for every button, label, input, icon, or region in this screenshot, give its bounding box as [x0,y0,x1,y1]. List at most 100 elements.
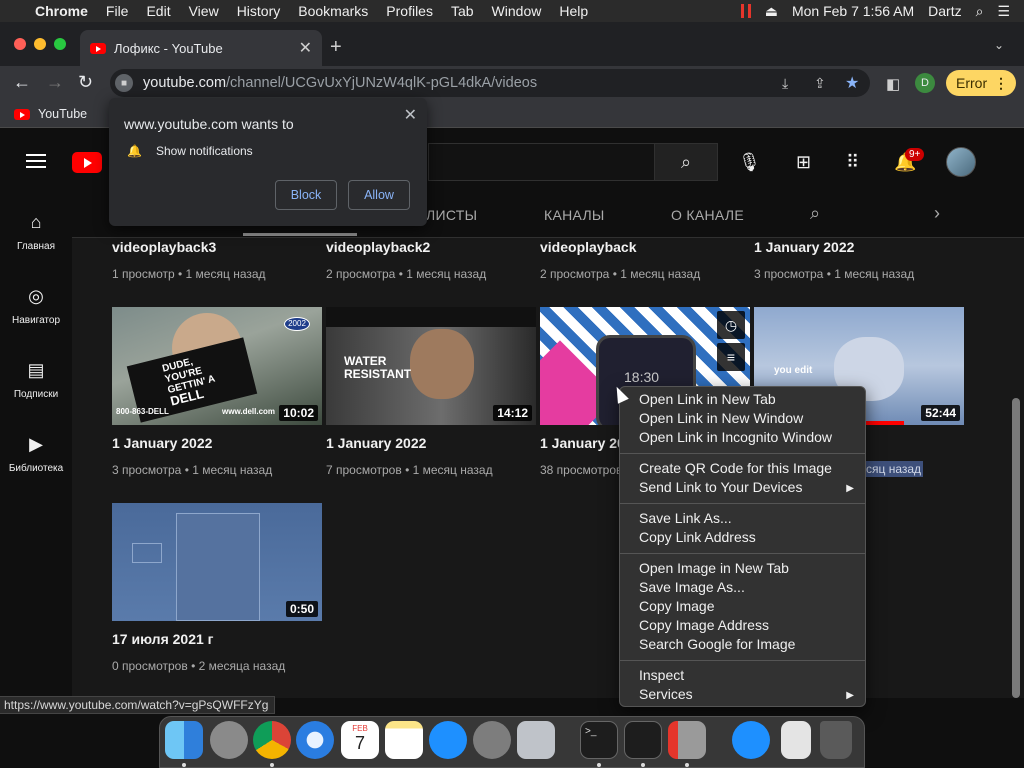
eject-icon[interactable]: ⏏ [765,3,778,20]
spotlight-icon[interactable]: ⌕ [976,3,984,20]
video-title[interactable]: 1 January 2022 [112,435,212,451]
finder-icon[interactable] [165,721,203,759]
terminal-icon[interactable]: >_ [580,721,618,759]
menu-save-image-as[interactable]: Save Image As... [639,579,745,595]
menu-profiles[interactable]: Profiles [377,3,442,19]
tab-channels[interactable]: КАНАЛЫ [544,207,605,223]
tab-search-chevron-icon[interactable]: ⌄ [994,38,1004,52]
microphone-icon[interactable]: 🎙 [738,152,761,173]
menu-bookmarks[interactable]: Bookmarks [289,3,377,19]
video-thumbnail[interactable]: WATER RESISTANT 14:12 [326,307,536,425]
roblox-icon[interactable] [517,721,555,759]
notes-icon[interactable] [385,721,423,759]
tab-about[interactable]: О КАНАЛЕ [671,207,744,223]
video-title[interactable]: 1 January 2022 [326,435,426,451]
system-preferences-icon[interactable] [473,721,511,759]
video-title[interactable]: 1 January 2022 [754,239,854,255]
address-bar[interactable]: ■ youtube.com/channel/UCGvUxYjUNzW4qlK-p… [110,69,870,97]
browser-tab-active[interactable]: Лофикс - YouTube ✕ [80,30,322,66]
menu-inspect[interactable]: Inspect [639,667,684,683]
error-button[interactable]: Error ⋮ [946,70,1016,96]
hamburger-menu-icon[interactable] [26,154,46,172]
page-scrollbar[interactable] [1012,398,1020,698]
video-thumbnail[interactable]: 0:50 [112,503,322,621]
close-window-button[interactable] [14,38,26,50]
maximize-window-button[interactable] [54,38,66,50]
new-tab-button[interactable]: + [330,36,342,59]
control-center-icon[interactable]: ☰ [997,3,1010,20]
video-thumbnail[interactable]: DUDE, YOU'RE GETTIN' A DELL 2002 800-863… [112,307,322,425]
video-title[interactable]: videoplayback3 [112,239,216,255]
menubar-datetime[interactable]: Mon Feb 7 1:56 AM [792,3,914,19]
menu-help[interactable]: Help [550,3,597,19]
app-store-2-icon[interactable] [732,721,770,759]
calendar-icon[interactable]: FEB 7 [341,721,379,759]
menu-save-link-as[interactable]: Save Link As... [639,510,732,526]
tab-playlists[interactable]: ЛИСТЫ [426,207,477,223]
menu-history[interactable]: History [228,3,290,19]
menu-search-google-image[interactable]: Search Google for Image [639,636,795,652]
menu-edit[interactable]: Edit [137,3,179,19]
menu-send-link-devices[interactable]: Send Link to Your Devices [639,479,802,495]
menu-copy-link-address[interactable]: Copy Link Address [639,529,756,545]
search-input[interactable] [428,143,654,181]
add-to-queue-icon[interactable]: ≡ [717,343,745,371]
minimize-window-button[interactable] [34,38,46,50]
screen-recording-icon[interactable] [740,4,751,18]
launchpad-icon[interactable] [210,721,248,759]
guide-item-home[interactable]: ⌂ Главная [0,212,72,252]
menu-file[interactable]: File [97,3,138,19]
menu-tab[interactable]: Tab [442,3,483,19]
menubar-user[interactable]: Dartz [928,3,961,19]
chevron-right-icon[interactable]: › [934,203,940,224]
menu-app-name[interactable]: Chrome [26,3,97,19]
bookmark-youtube[interactable]: YouTube [14,107,87,121]
menu-services[interactable]: Services [639,686,693,702]
reload-icon[interactable]: ↻ [78,72,93,93]
guide-item-explore[interactable]: ◎ Навигатор [0,286,72,326]
allow-button[interactable]: Allow [348,180,410,210]
apps-grid-icon[interactable]: ⠿ [846,152,859,173]
side-panel-icon[interactable]: ◧ [886,75,900,93]
more-menu-icon[interactable]: ⋮ [994,75,1008,92]
file-icon[interactable] [781,721,811,759]
menu-window[interactable]: Window [483,3,551,19]
video-title[interactable]: 17 июля 2021 г [112,631,214,647]
safari-icon[interactable] [296,721,334,759]
video-title[interactable]: 1 January 20 [540,435,625,451]
create-video-icon[interactable]: ⊞ [796,152,811,173]
lock-icon[interactable]: ■ [115,74,133,92]
chrome-icon[interactable] [253,721,291,759]
search-icon[interactable]: ⌕ [654,143,718,181]
menu-copy-image-address[interactable]: Copy Image Address [639,617,769,633]
block-button[interactable]: Block [275,180,337,210]
video-meta: 38 просмотров [540,463,623,477]
menu-open-link-new-window[interactable]: Open Link in New Window [639,410,803,426]
menu-open-link-new-tab[interactable]: Open Link in New Tab [639,391,776,407]
back-arrow-icon[interactable]: ← [13,72,31,93]
menu-create-qr-code[interactable]: Create QR Code for this Image [639,460,832,476]
profile-avatar[interactable]: D [915,73,935,93]
screen-recorder-icon[interactable] [668,721,706,759]
install-app-icon[interactable]: ⤓ [782,75,788,92]
bookmark-star-icon[interactable]: ★ [845,73,859,93]
terminal-2-icon[interactable] [624,721,662,759]
share-icon[interactable]: ⇪ [814,75,826,92]
video-title[interactable]: videoplayback2 [326,239,430,255]
guide-item-library[interactable]: ▶ Библиотека [0,434,72,474]
app-store-icon[interactable] [429,721,467,759]
menu-view[interactable]: View [180,3,228,19]
trash-icon[interactable] [820,721,852,759]
close-popup-icon[interactable]: ✕ [404,105,417,125]
channel-search-icon[interactable]: ⌕ [810,203,820,224]
menu-copy-image[interactable]: Copy Image [639,598,714,614]
guide-item-subscriptions[interactable]: ▤ Подписки [0,360,72,400]
menu-open-link-incognito[interactable]: Open Link in Incognito Window [639,429,832,445]
forward-arrow-icon[interactable]: → [46,72,64,93]
watch-later-icon[interactable]: ◷ [717,311,745,339]
account-avatar[interactable] [946,147,976,177]
video-title[interactable]: videoplayback [540,239,637,255]
youtube-logo-icon[interactable] [72,152,102,173]
close-tab-icon[interactable]: ✕ [299,38,312,58]
menu-open-image-new-tab[interactable]: Open Image in New Tab [639,560,789,576]
